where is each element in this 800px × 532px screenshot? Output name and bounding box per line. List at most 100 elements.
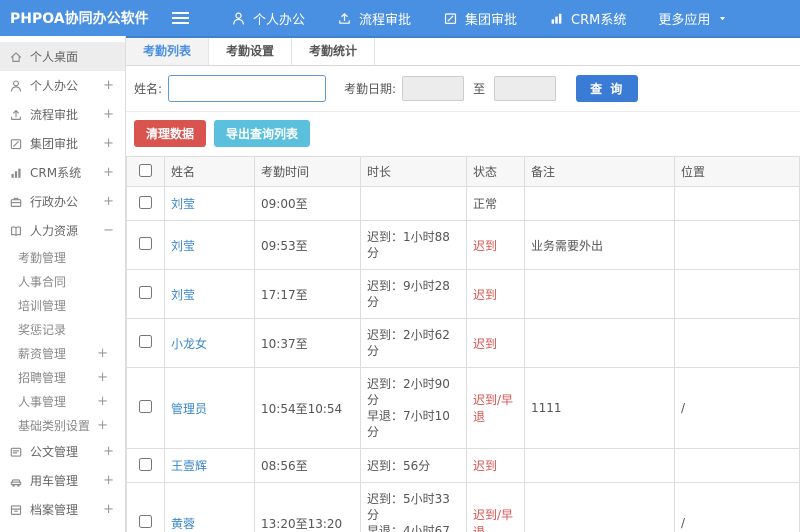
tab-attendance-stats[interactable]: 考勤统计	[292, 38, 376, 65]
remark-cell	[524, 318, 675, 368]
status-cell: 迟到/早退	[466, 367, 525, 449]
export-list-button[interactable]: 导出查询列表	[214, 120, 311, 147]
car-icon	[9, 474, 23, 488]
sidebar-item-label: 用车管理	[30, 474, 79, 488]
hamburger-icon[interactable]	[172, 11, 189, 25]
table-row: 小龙女 10:37至 迟到：2小时62分 迟到	[126, 318, 800, 368]
table-body: 刘莹 09:00至 正常 刘莹 09:53至 迟到：1小时88分 迟到 业务需要外出 刘莹 17:…	[126, 186, 800, 532]
row-checkbox[interactable]	[139, 237, 152, 250]
expand-plus-icon: +	[103, 444, 114, 459]
sidebar-subitem-personnel-mgmt[interactable]: 人事管理 +	[0, 389, 125, 413]
sidebar-subitem-label: 人事管理	[18, 394, 67, 409]
employee-name-link[interactable]: 黄蓉	[171, 517, 195, 531]
employee-name-link[interactable]: 小龙女	[171, 337, 207, 351]
share-icon	[9, 108, 23, 122]
expand-plus-icon: +	[103, 78, 114, 93]
employee-name-link[interactable]: 王壹辉	[171, 459, 207, 473]
duration-cell: 迟到：2小时90分 早退：7小时10分	[360, 367, 467, 449]
sidebar-item-personal-office[interactable]: 个人办公 +	[0, 71, 125, 100]
location-cell	[674, 186, 800, 221]
row-checkbox[interactable]	[139, 400, 152, 413]
row-checkbox[interactable]	[139, 457, 152, 471]
sidebar-subitem-hr-contract[interactable]: 人事合同	[0, 269, 125, 293]
sidebar-item-personal-desktop[interactable]: 个人桌面	[0, 42, 125, 71]
expand-plus-icon: +	[97, 345, 108, 361]
filter-bar: 姓名: 考勤日期: 至 查 询	[126, 66, 800, 112]
table-row: 刘莹 09:53至 迟到：1小时88分 迟到 业务需要外出	[126, 220, 800, 270]
remark-cell: 1111	[524, 367, 675, 449]
nav-item-group-approval[interactable]: 集团审批	[427, 0, 533, 36]
col-header-status: 状态	[466, 156, 525, 187]
sidebar-item-label: 公文管理	[30, 445, 79, 459]
table-header-row: 姓名 考勤时间 时长 状态 备注 位置	[126, 156, 800, 187]
remark-cell: 业务需要外出	[524, 220, 675, 270]
search-button[interactable]: 查 询	[576, 75, 639, 102]
date-from-input[interactable]	[402, 76, 465, 101]
remark-cell	[524, 482, 675, 532]
sidebar-item-human-resources[interactable]: 人力资源 −	[0, 216, 125, 245]
location-cell	[674, 269, 800, 319]
tab-attendance-settings[interactable]: 考勤设置	[209, 38, 293, 65]
briefcase-icon	[9, 195, 23, 209]
employee-name-link[interactable]: 刘莹	[171, 239, 195, 253]
date-to-input[interactable]	[494, 76, 557, 101]
sidebar-item-workflow-approval[interactable]: 流程审批 +	[0, 100, 125, 129]
app-logo[interactable]: PHPOA协同办公软件	[10, 8, 162, 28]
sidebar-item-vehicle-mgmt[interactable]: 用车管理 +	[0, 466, 125, 495]
attendance-time-cell: 10:37至	[254, 318, 361, 368]
sidebar-item-label: 个人办公	[30, 79, 79, 93]
employee-name-link[interactable]: 刘莹	[171, 288, 195, 302]
row-checkbox[interactable]	[139, 195, 152, 209]
sidebar-item-archive-mgmt[interactable]: 档案管理 +	[0, 495, 125, 524]
home-icon	[9, 50, 23, 64]
sidebar-item-group-approval[interactable]: 集团审批 +	[0, 129, 125, 158]
sidebar-subitem-label: 考勤管理	[18, 250, 67, 265]
name-input[interactable]	[168, 75, 327, 102]
chart-icon	[9, 166, 23, 180]
row-checkbox[interactable]	[139, 515, 152, 528]
book-icon	[9, 224, 23, 238]
duration-cell: 迟到：5小时33分早退：4小时67分	[360, 482, 467, 532]
sidebar-subitem-salary-mgmt[interactable]: 薪资管理 +	[0, 341, 125, 365]
remark-cell	[524, 269, 675, 319]
sidebar-item-document-mgmt[interactable]: 公文管理 +	[0, 437, 125, 466]
status-cell: 迟到	[466, 220, 525, 270]
table-row: 管理员 10:54至10:54 迟到：2小时90分 早退：7小时10分 迟到/早退 111…	[126, 367, 800, 449]
sidebar-item-label: CRM系统	[30, 166, 82, 180]
row-checkbox[interactable]	[139, 286, 152, 299]
sidebar-item-crm-system[interactable]: CRM系统 +	[0, 158, 125, 187]
employee-name-link[interactable]: 刘莹	[171, 197, 195, 211]
status-cell: 迟到	[466, 448, 525, 483]
col-header-location: 位置	[674, 156, 800, 187]
user-icon	[231, 11, 246, 26]
user-icon	[9, 79, 23, 93]
sidebar-subitem-recruit-mgmt[interactable]: 招聘管理 +	[0, 365, 125, 389]
sidebar-subitem-label: 薪资管理	[18, 346, 67, 361]
clean-data-button[interactable]: 清理数据	[134, 120, 207, 147]
nav-item-crm-system[interactable]: CRM系统	[533, 0, 642, 36]
tab-attendance-list[interactable]: 考勤列表	[126, 38, 210, 65]
nav-item-personal-office[interactable]: 个人办公	[215, 0, 321, 36]
sidebar-item-admin-office[interactable]: 行政办公 +	[0, 187, 125, 216]
sidebar-subitem-reward-punish-records[interactable]: 奖惩记录	[0, 317, 125, 341]
row-checkbox[interactable]	[139, 335, 152, 348]
name-label: 姓名:	[134, 82, 163, 96]
nav-item-more-apps[interactable]: 更多应用	[642, 0, 744, 36]
nav-item-workflow-approval[interactable]: 流程审批	[321, 0, 427, 36]
archive-icon	[9, 503, 23, 517]
attendance-time-cell: 17:17至	[254, 269, 361, 319]
chart-icon	[549, 11, 564, 26]
employee-name-link[interactable]: 管理员	[171, 402, 207, 416]
attendance-time-cell: 10:54至10:54	[254, 367, 361, 449]
sidebar-subitem-base-category-settings[interactable]: 基础类别设置 +	[0, 413, 125, 437]
duration-cell: 迟到：2小时62分	[360, 318, 467, 368]
expand-plus-icon: +	[103, 502, 114, 517]
location-cell	[674, 318, 800, 368]
sidebar-subitem-attendance-mgmt[interactable]: 考勤管理	[0, 245, 125, 269]
sidebar-subitem-training-mgmt[interactable]: 培训管理	[0, 293, 125, 317]
attendance-time-cell: 13:20至13:20	[254, 482, 361, 532]
select-all-checkbox[interactable]	[139, 163, 152, 177]
sidebar-item-project-mgmt[interactable]: 项目管理+	[0, 524, 125, 532]
date-range-to-text: 至	[473, 82, 486, 96]
expand-plus-icon: +	[97, 393, 108, 409]
